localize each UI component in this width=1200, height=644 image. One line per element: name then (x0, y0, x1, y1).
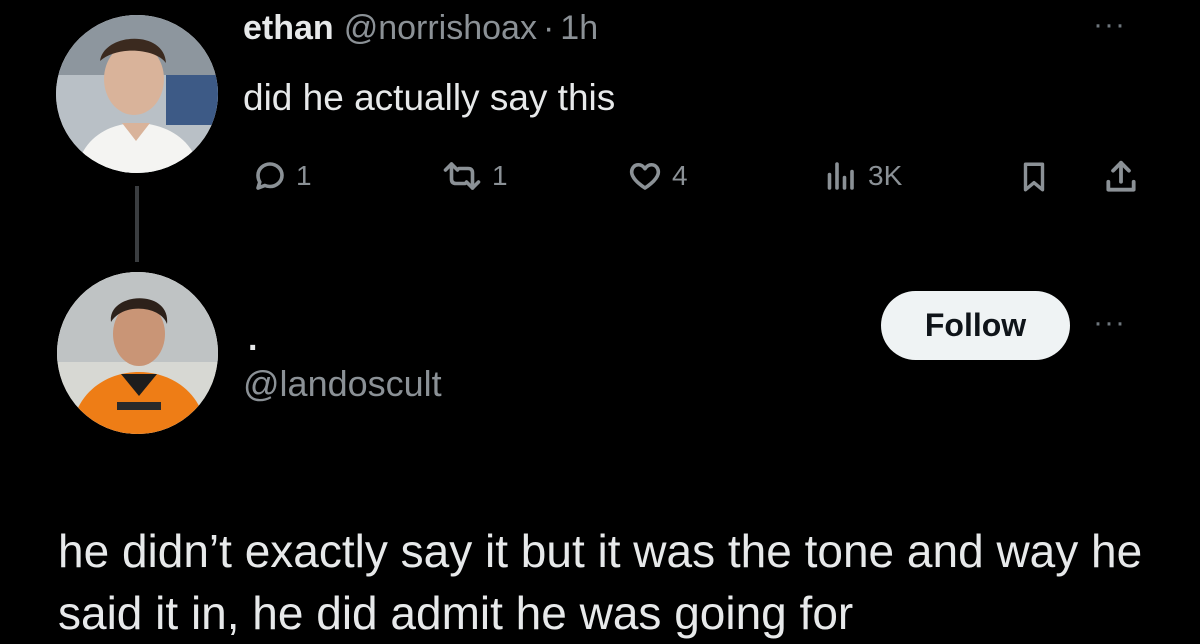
handle[interactable]: @landoscult (243, 363, 442, 405)
display-name[interactable]: ethan (243, 9, 334, 48)
follow-button[interactable]: Follow (881, 291, 1070, 360)
bookmark-button[interactable] (1017, 158, 1051, 196)
avatar-ethan[interactable] (56, 15, 218, 173)
retweet-icon (443, 162, 481, 190)
thread-line (135, 186, 139, 262)
tweet1-header: ethan @norrishoax · 1h (243, 9, 598, 48)
retweet-count: 1 (492, 160, 508, 191)
reply-button[interactable]: 1 (252, 158, 312, 194)
retweet-button[interactable]: 1 (440, 158, 508, 194)
reply-icon (256, 162, 284, 190)
display-name[interactable]: . (248, 320, 257, 359)
more-icon[interactable]: ··· (1093, 8, 1126, 42)
bookmark-icon (1023, 162, 1045, 192)
tweet-text: he didn’t exactly say it but it was the … (58, 525, 1143, 639)
views-button[interactable]: 3K (820, 158, 902, 194)
reply-count: 1 (296, 160, 312, 191)
more-icon[interactable]: ··· (1093, 306, 1126, 340)
share-icon (1106, 160, 1136, 192)
views-count: 3K (868, 160, 903, 191)
like-count: 4 (672, 160, 688, 191)
views-icon (827, 162, 854, 190)
share-button[interactable] (1102, 158, 1140, 196)
like-icon (629, 162, 661, 190)
handle[interactable]: @norrishoax (344, 9, 537, 48)
avatar-landoscult[interactable] (57, 272, 218, 434)
timestamp[interactable]: 1h (560, 9, 598, 48)
like-button[interactable]: 4 (626, 158, 688, 194)
tweet-text: did he actually say this (243, 77, 616, 118)
separator-dot: · (542, 9, 555, 47)
